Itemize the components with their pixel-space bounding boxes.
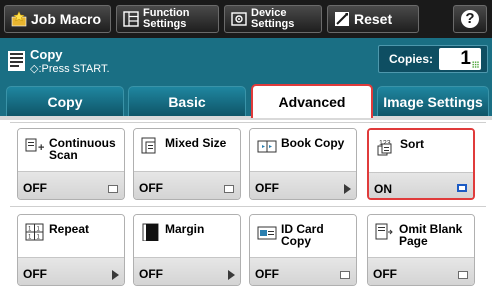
mode-title: Copy bbox=[30, 47, 63, 62]
repeat-value: OFF bbox=[23, 267, 47, 281]
svg-text:+: + bbox=[38, 142, 44, 154]
device-settings-line2: Settings bbox=[251, 18, 295, 30]
device-settings-button[interactable]: Device Settings bbox=[224, 5, 322, 33]
mixed-size-label: Mixed Size bbox=[165, 136, 227, 150]
margin-value: OFF bbox=[139, 267, 163, 281]
tab-image-settings[interactable]: Image Settings bbox=[377, 86, 489, 116]
job-macro-label: Job Macro bbox=[31, 11, 102, 27]
book-copy-label: Book Copy bbox=[281, 136, 345, 150]
omit-blank-page-label: Omit Blank Page bbox=[399, 223, 462, 247]
divider-middle bbox=[10, 206, 486, 207]
tab-copy[interactable]: Copy bbox=[6, 86, 124, 116]
mode-instruction: ◇:Press START. bbox=[30, 63, 110, 75]
mixed-size-indicator-icon bbox=[224, 185, 234, 193]
copy-app-icon bbox=[8, 51, 25, 71]
margin-icon bbox=[142, 223, 159, 241]
id-card-copy-icon bbox=[257, 226, 277, 240]
book-copy-value: OFF bbox=[255, 181, 279, 195]
omit-blank-page-button[interactable]: Omit Blank Page OFF bbox=[367, 214, 475, 286]
mixed-size-icon bbox=[141, 137, 156, 154]
sort-value: ON bbox=[374, 182, 392, 196]
mixed-size-button[interactable]: Mixed Size OFF bbox=[133, 128, 241, 200]
function-settings-label: Function Settings bbox=[143, 8, 189, 30]
continuous-scan-indicator-icon bbox=[108, 185, 118, 193]
margin-label: Margin bbox=[165, 222, 205, 236]
repeat-label: Repeat bbox=[49, 222, 90, 236]
job-macro-button[interactable]: Job Macro bbox=[4, 5, 111, 33]
sort-icon: 123 bbox=[377, 140, 392, 156]
device-settings-label: Device Settings bbox=[251, 8, 294, 30]
sort-indicator-icon bbox=[457, 184, 467, 192]
book-copy-button[interactable]: Book Copy OFF bbox=[249, 128, 357, 200]
divider-top bbox=[10, 122, 486, 123]
reset-button[interactable]: Reset bbox=[327, 5, 419, 33]
repeat-icon: 1 1 1 1 bbox=[25, 223, 44, 241]
margin-arrow-icon bbox=[228, 270, 235, 280]
function-settings-line2: Settings bbox=[143, 18, 187, 30]
sort-label: Sort bbox=[400, 137, 424, 151]
keypad-icon bbox=[472, 61, 479, 68]
id-card-copy-label: ID Card Copy bbox=[281, 223, 324, 247]
id-card-copy-indicator-icon bbox=[340, 271, 350, 279]
continuous-scan-icon: + bbox=[25, 138, 44, 154]
continuous-scan-line2: Scan bbox=[49, 148, 78, 162]
function-settings-icon bbox=[123, 11, 139, 27]
omit-blank-page-line2: Page bbox=[399, 234, 428, 248]
margin-button[interactable]: Margin OFF bbox=[133, 214, 241, 286]
copies-box[interactable]: Copies: 1 bbox=[378, 45, 488, 73]
help-button[interactable]: ? bbox=[453, 5, 487, 33]
job-macro-icon bbox=[11, 11, 27, 27]
help-label: ? bbox=[465, 10, 475, 27]
continuous-scan-label: Continuous Scan bbox=[49, 137, 116, 161]
continuous-scan-value: OFF bbox=[23, 181, 47, 195]
omit-blank-page-indicator-icon bbox=[458, 271, 468, 279]
mixed-size-value: OFF bbox=[139, 181, 163, 195]
repeat-arrow-icon bbox=[112, 270, 119, 280]
copies-value: 1 bbox=[460, 48, 471, 69]
book-copy-arrow-icon bbox=[344, 184, 351, 194]
sort-button[interactable]: 123 Sort ON bbox=[367, 128, 475, 200]
id-card-copy-button[interactable]: ID Card Copy OFF bbox=[249, 214, 357, 286]
tab-basic[interactable]: Basic bbox=[128, 86, 246, 116]
continuous-scan-button[interactable]: + Continuous Scan OFF bbox=[17, 128, 125, 200]
book-copy-icon bbox=[257, 140, 277, 153]
omit-blank-page-value: OFF bbox=[373, 267, 397, 281]
copies-label: Copies: bbox=[389, 52, 434, 66]
repeat-button[interactable]: 1 1 1 1 Repeat OFF bbox=[17, 214, 125, 286]
device-settings-icon bbox=[231, 12, 247, 26]
reset-label: Reset bbox=[354, 11, 393, 27]
function-settings-button[interactable]: Function Settings bbox=[116, 5, 219, 33]
id-card-copy-line2: Copy bbox=[281, 234, 311, 248]
id-card-copy-value: OFF bbox=[255, 267, 279, 281]
reset-icon bbox=[335, 12, 349, 26]
omit-blank-page-icon bbox=[375, 223, 393, 240]
copies-field[interactable]: 1 bbox=[439, 48, 481, 70]
tab-advanced[interactable]: Advanced bbox=[251, 84, 373, 118]
